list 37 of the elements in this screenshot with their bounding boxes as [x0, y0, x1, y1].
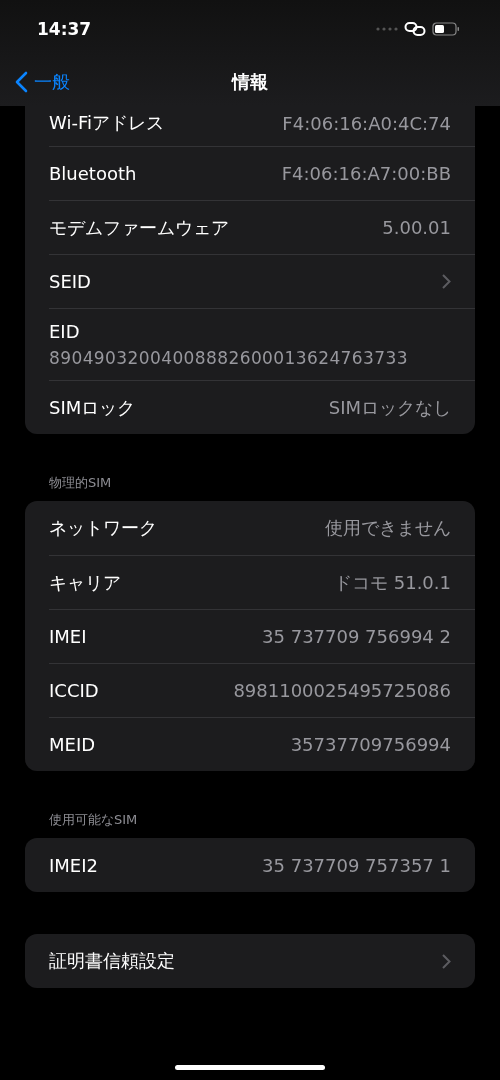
row-value: 35737709756994 — [290, 734, 451, 755]
row-label: モデムファームウェア — [49, 215, 229, 240]
row-label: IMEI — [49, 626, 87, 647]
row-value: SIMロックなし — [328, 395, 451, 420]
chevron-icon — [442, 953, 451, 969]
row-label: SEID — [49, 271, 91, 292]
section-header: 物理的SIM — [48, 474, 113, 492]
row-value: 使用できません — [325, 516, 451, 540]
row-label: EID — [49, 321, 81, 342]
row-value: 89049032004008882600013624763733 — [49, 348, 409, 368]
section-header: 使用可能なSIM — [48, 811, 139, 829]
nav-row[interactable]: SEID — [49, 254, 475, 308]
row-value: F4:06:16:A0:4C:74 — [282, 112, 451, 134]
row-label: Wi-Fiアドレス — [49, 111, 164, 135]
row-label: MEID — [49, 734, 96, 755]
row-value: 35 737709 757357 1 — [262, 854, 451, 876]
row-label: 証明書信頼設定 — [49, 949, 175, 973]
row-value: ドコモ 51.0.1 — [334, 570, 451, 595]
page-title: 情報 — [232, 70, 268, 94]
row-label: キャリア — [49, 570, 121, 595]
chevron-icon — [442, 274, 451, 289]
back-chevron-icon — [14, 71, 28, 93]
signal-dots-icon — [376, 27, 398, 31]
back-button[interactable]: 一般 — [14, 70, 70, 94]
row-label: Bluetooth — [49, 163, 137, 184]
link-icon — [404, 21, 426, 37]
status-time: 14:37 — [37, 19, 92, 39]
row-label: ネットワーク — [49, 516, 157, 540]
row-value: 35 737709 756994 2 — [262, 626, 451, 647]
row-label: SIMロック — [49, 395, 136, 420]
row-label: IMEI2 — [49, 854, 98, 876]
battery-icon — [432, 22, 460, 36]
nav-row[interactable]: 証明書信頼設定 — [49, 934, 475, 988]
row-value: F4:06:16:A7:00:BB — [281, 163, 451, 184]
row-value: 8981100025495725086 — [233, 680, 451, 701]
row-label: ICCID — [49, 680, 99, 701]
row-value: 5.00.01 — [382, 217, 451, 238]
